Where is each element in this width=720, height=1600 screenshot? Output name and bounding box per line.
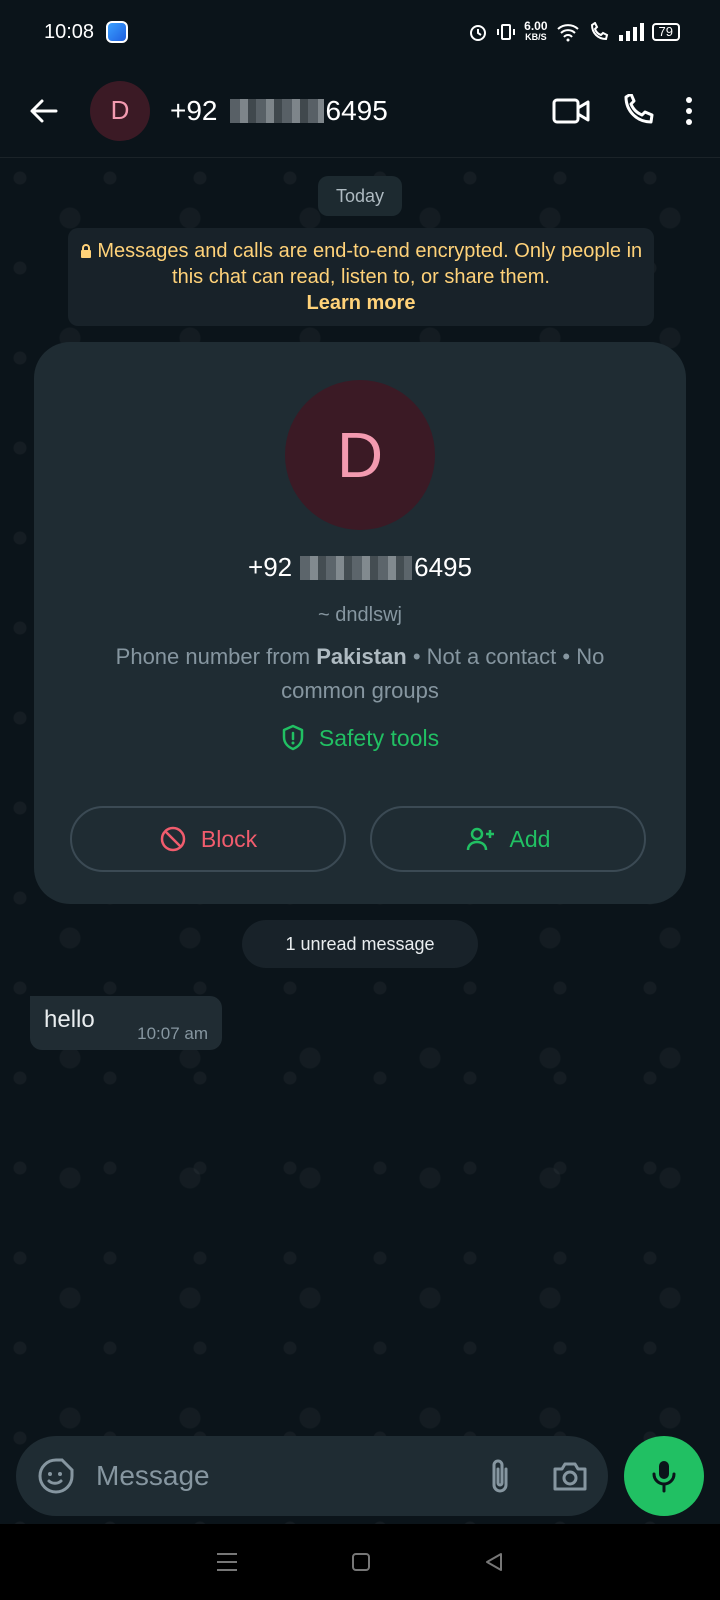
composer-actions	[488, 1457, 588, 1495]
status-icons: 6.00 KB/S 79	[468, 19, 680, 43]
voice-message-button[interactable]	[624, 1436, 704, 1516]
contact-info-card: D +92 6495 ~ dndlswj Phone number from P…	[34, 342, 686, 904]
signal-icon	[618, 23, 644, 41]
block-button[interactable]: Block	[70, 806, 346, 872]
microphone-icon	[652, 1461, 676, 1493]
contact-title[interactable]: +92 6495	[170, 95, 388, 127]
unread-messages-chip: 1 unread message	[242, 920, 478, 968]
speed-value: 6.00	[524, 19, 548, 33]
add-person-icon	[466, 827, 494, 851]
header-actions	[552, 93, 694, 128]
incoming-message[interactable]: hello 10:07 am	[30, 996, 222, 1050]
card-number-suffix: 6495	[414, 552, 472, 582]
wifi-icon	[556, 24, 579, 42]
card-redacted-digits	[300, 555, 413, 580]
encryption-notice[interactable]: Messages and calls are end-to-end encryp…	[68, 228, 654, 326]
vibrate-icon	[497, 24, 516, 40]
home-icon[interactable]	[351, 1552, 371, 1572]
card-phone-number: +92 6495	[34, 552, 686, 583]
menu-icon[interactable]	[216, 1552, 238, 1572]
redacted-digits	[229, 98, 324, 123]
paperclip-icon[interactable]	[488, 1457, 512, 1495]
more-options-icon[interactable]	[684, 96, 694, 126]
arrow-left-icon	[30, 99, 58, 122]
chat-header: D +92 6495	[0, 64, 720, 158]
message-text: hello	[44, 1006, 95, 1033]
alarm-icon	[470, 25, 487, 41]
sticker-icon[interactable]	[36, 1456, 76, 1496]
number-prefix: +92	[170, 94, 218, 126]
back-button[interactable]	[22, 89, 66, 133]
encryption-text: Messages and calls are end-to-end encryp…	[97, 240, 643, 288]
wifi-call-icon	[590, 22, 608, 41]
camera-icon[interactable]	[552, 1461, 588, 1491]
chat-area[interactable]: Today Messages and calls are end-to-end …	[0, 158, 720, 1524]
contact-avatar-large[interactable]: D	[285, 380, 435, 530]
block-label: Block	[200, 825, 258, 852]
speed-unit: KB/S	[525, 32, 547, 42]
safety-tools-link[interactable]: Safety tools	[34, 724, 686, 752]
network-speed: 6.00 KB/S	[524, 19, 548, 43]
shield-icon	[282, 724, 304, 751]
info-prefix: Phone number from	[115, 644, 311, 669]
number-suffix: 6495	[325, 94, 388, 126]
message-time: 10:07 am	[137, 1024, 208, 1043]
add-label: Add	[509, 825, 551, 852]
block-icon	[160, 826, 186, 852]
message-composer: Message	[16, 1436, 608, 1516]
learn-more-link[interactable]: Learn more	[68, 290, 654, 316]
phone-call-icon[interactable]	[620, 93, 654, 128]
card-username: ~ dndlswj	[318, 604, 402, 626]
safety-tools-label: Safety tools	[318, 724, 440, 751]
battery-indicator: 79	[651, 23, 680, 41]
date-chip: Today	[318, 176, 402, 216]
status-bar: 10:08 6.00 KB/S 79	[0, 0, 720, 64]
app-notification-icon	[106, 21, 129, 43]
back-nav-icon[interactable]	[484, 1552, 504, 1572]
add-contact-button[interactable]: Add	[370, 806, 646, 872]
status-time: 10:08	[44, 20, 95, 43]
system-nav-bar	[0, 1524, 720, 1600]
lock-icon	[80, 244, 91, 258]
card-number-prefix: +92	[248, 552, 293, 582]
video-call-icon[interactable]	[552, 96, 590, 126]
message-input[interactable]: Message	[96, 1460, 210, 1492]
info-country: Pakistan	[316, 644, 407, 669]
contact-avatar[interactable]: D	[90, 80, 150, 141]
card-info-text: Phone number from Pakistan • Not a conta…	[88, 640, 632, 708]
